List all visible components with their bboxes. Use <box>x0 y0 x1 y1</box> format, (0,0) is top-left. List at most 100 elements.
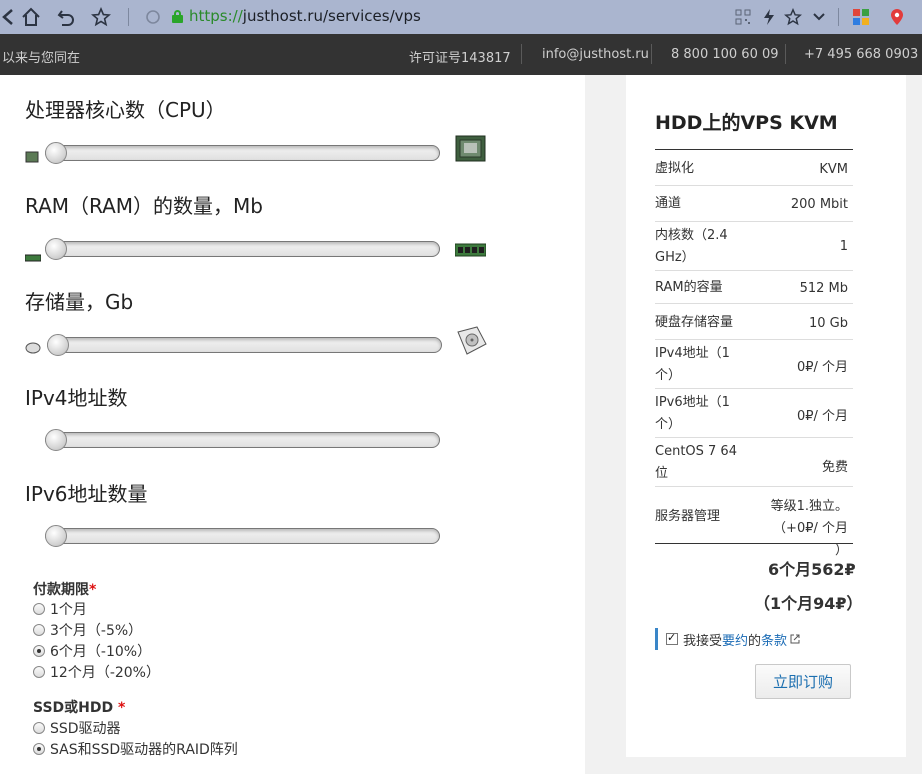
qr-code-icon[interactable] <box>730 4 756 30</box>
chevron-down-icon[interactable] <box>806 4 832 30</box>
storage-slider[interactable] <box>47 334 442 356</box>
spec-row: 内核数（2.4 GHz） 1 <box>655 223 853 271</box>
cpu-small-icon <box>25 148 39 167</box>
url-path: justhost.ru/services/vps <box>242 7 421 25</box>
storage-slider-handle[interactable] <box>47 334 69 356</box>
spec-value: 512 Mb <box>799 281 848 296</box>
spec-key: 内核数（2.4 GHz） <box>655 228 728 265</box>
terms-mid: 的 <box>748 633 762 649</box>
browser-toolbar: https://justhost.ru/services/vps <box>0 0 922 34</box>
spec-key: IPv6地址（1个） <box>655 395 730 432</box>
favorite-star-icon[interactable] <box>780 4 806 30</box>
radio-button-selected[interactable] <box>33 743 45 755</box>
terms-prefix: 我接受 <box>683 633 723 649</box>
license-number: 许可证号143817 <box>409 51 511 66</box>
storage-title: 存储量，Gb <box>25 290 134 314</box>
total-monthly-price: （1个月94₽） <box>754 594 863 613</box>
disk-option-raid[interactable]: SAS和SSD驱动器的RAID阵列 <box>33 739 238 759</box>
phone-link-1[interactable]: 8 800 100 60 09 <box>671 47 779 62</box>
spec-value: 等级1.独立。（+0₽/ 个月 ） <box>770 499 848 558</box>
location-pin-icon[interactable] <box>884 4 910 30</box>
spec-value: 0₽/ 个月 <box>796 360 848 375</box>
tagline: 以来与您同在 <box>2 51 81 66</box>
divider <box>651 44 652 64</box>
back-icon[interactable] <box>0 4 20 30</box>
apps-grid-icon[interactable] <box>848 4 874 30</box>
undo-icon[interactable] <box>53 4 79 30</box>
summary-top-rule <box>655 149 853 150</box>
ipv6-slider[interactable] <box>45 525 440 547</box>
terms-acceptance: 我接受要约的条款 <box>655 628 800 650</box>
divider <box>521 44 522 64</box>
email-link[interactable]: info@justhost.ru <box>542 47 649 62</box>
bookmark-star-icon[interactable] <box>88 4 114 30</box>
spec-value: 免费 <box>821 460 848 475</box>
payment-option-1-month[interactable]: 1个月 <box>33 599 87 619</box>
spec-row: 通道 200 Mbit <box>655 187 853 222</box>
total-period-price: 6个月562₽ <box>768 560 856 579</box>
ram-small-icon <box>24 247 42 266</box>
ipv6-slider-handle[interactable] <box>45 525 67 547</box>
spec-value: 1 <box>839 239 848 254</box>
disk-type-label: SSD或HDD * <box>33 697 125 717</box>
spec-key: 虚拟化 <box>655 161 695 176</box>
ram-large-icon <box>454 242 487 261</box>
spec-row: IPv4地址（1个） 0₽/ 个月 <box>655 341 853 389</box>
cpu-slider[interactable] <box>45 142 440 164</box>
radio-button[interactable] <box>33 624 45 636</box>
spec-key: 通道 <box>655 196 682 211</box>
disk-type-label-text: SSD或HDD <box>33 700 114 716</box>
terms-checkbox[interactable] <box>666 631 678 645</box>
cpu-slider-handle[interactable] <box>45 142 67 164</box>
payment-option-12-months[interactable]: 12个月（-20%） <box>33 662 160 682</box>
address-bar[interactable]: https://justhost.ru/services/vps <box>189 7 421 25</box>
ipv4-title: IPv4地址数 <box>25 386 128 410</box>
home-icon[interactable] <box>18 4 44 30</box>
required-mark: * <box>118 700 126 716</box>
spec-key: RAM的容量 <box>655 280 723 295</box>
ipv4-slider-handle[interactable] <box>45 429 67 451</box>
radio-button-selected[interactable] <box>33 645 45 657</box>
url-scheme: https:// <box>189 7 243 25</box>
toolbar-divider <box>128 8 129 26</box>
order-now-button[interactable]: 立即订购 <box>755 664 851 699</box>
option-label: 12个月（-20%） <box>50 665 160 681</box>
spec-value: 0₽/ 个月 <box>796 409 848 424</box>
spec-row: 虚拟化 KVM <box>655 153 853 186</box>
disk-option-ssd[interactable]: SSD驱动器 <box>33 718 121 738</box>
ram-slider[interactable] <box>45 238 440 260</box>
ram-slider-handle[interactable] <box>45 238 67 260</box>
spec-key: 硬盘存储容量 <box>655 315 734 330</box>
spec-key: 服务器管理 <box>655 509 721 524</box>
spec-value: 10 Gb <box>809 316 848 331</box>
option-label: SAS和SSD驱动器的RAID阵列 <box>50 742 238 758</box>
option-label: 6个月（-10%） <box>50 644 152 660</box>
spec-row: CentOS 7 64位 免费 <box>655 439 853 487</box>
spec-row: IPv6地址（1个） 0₽/ 个月 <box>655 390 853 438</box>
spec-value: 200 Mbit <box>790 197 848 212</box>
spec-key: IPv4地址（1个） <box>655 346 730 383</box>
option-label: 1个月 <box>50 602 87 618</box>
secure-lock-icon <box>172 10 183 23</box>
payment-option-3-months[interactable]: 3个月（-5%） <box>33 620 142 640</box>
lightning-icon[interactable] <box>756 4 782 30</box>
required-mark: * <box>89 582 97 598</box>
summary-title: HDD上的VPS KVM <box>655 112 838 134</box>
storage-large-icon <box>455 326 487 360</box>
terms-link[interactable]: 条款 <box>761 630 787 649</box>
divider <box>785 44 786 64</box>
storage-small-icon <box>25 340 41 359</box>
radio-button[interactable] <box>33 603 45 615</box>
radio-button[interactable] <box>33 666 45 678</box>
toolbar-divider <box>838 8 839 26</box>
ipv4-slider[interactable] <box>45 429 440 451</box>
option-label: 3个月（-5%） <box>50 623 143 639</box>
cpu-large-icon <box>455 135 486 166</box>
phone-link-2[interactable]: +7 495 668 0903 <box>804 47 918 62</box>
external-link-icon <box>790 634 800 644</box>
offer-link[interactable]: 要约 <box>722 630 748 649</box>
radio-button[interactable] <box>33 722 45 734</box>
shield-icon[interactable] <box>140 4 166 30</box>
payment-option-6-months[interactable]: 6个月（-10%） <box>33 641 151 661</box>
ram-title: RAM（RAM）的数量，Mb <box>25 194 263 218</box>
